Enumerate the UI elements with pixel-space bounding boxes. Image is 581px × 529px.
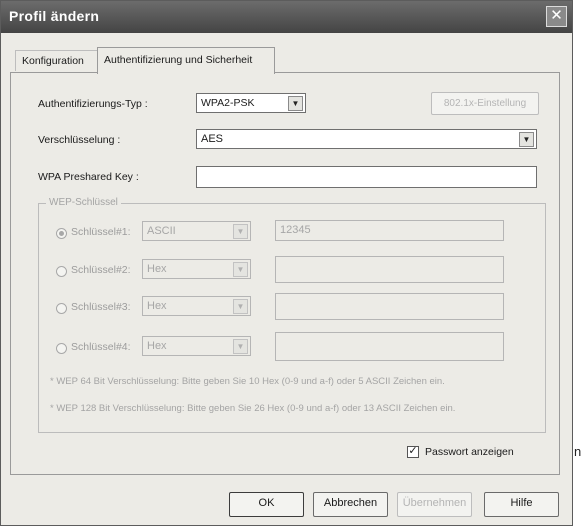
encryption-value: AES [201, 133, 224, 145]
wep-key-4-input[interactable] [275, 332, 504, 361]
auth-type-label: Authentifizierungs-Typ : [38, 98, 148, 110]
wep-key-3-format-select[interactable]: Hex ▼ [142, 296, 251, 316]
wep-key-2-format-select[interactable]: Hex ▼ [142, 259, 251, 279]
wpa-key-input[interactable] [196, 166, 537, 188]
encryption-select[interactable]: AES ▼ [196, 129, 537, 149]
chevron-down-icon: ▼ [288, 96, 303, 111]
wep-key-2-input[interactable] [275, 256, 504, 283]
auth-type-value: WPA2-PSK [201, 97, 255, 109]
encryption-label: Verschlüsselung : [38, 134, 121, 146]
wep-key-3-radio[interactable] [56, 303, 67, 314]
wep-key-1-format-select[interactable]: ASCII ▼ [142, 221, 251, 241]
tab-konfiguration[interactable]: Konfiguration [15, 50, 97, 71]
wep-key-4-format-select[interactable]: Hex ▼ [142, 336, 251, 356]
stray-character: n [574, 444, 581, 459]
wep-64-note: * WEP 64 Bit Verschlüsselung: Bitte gebe… [50, 376, 445, 387]
wep-key-2-format: Hex [147, 263, 167, 275]
chevron-down-icon: ▼ [233, 262, 248, 277]
help-button[interactable]: Hilfe [484, 492, 559, 517]
tab-authentifizierung[interactable]: Authentifizierung und Sicherheit [97, 47, 275, 74]
auth-type-select[interactable]: WPA2-PSK ▼ [196, 93, 306, 113]
wep-key-group-legend: WEP-Schlüssel [46, 197, 121, 208]
wep-key-4-format: Hex [147, 340, 167, 352]
wep-key-2-radio[interactable] [56, 266, 67, 277]
close-icon[interactable]: ✕ [546, 6, 567, 27]
wep-key-1-label: Schlüssel#1: [71, 226, 131, 238]
ok-button[interactable]: OK [229, 492, 304, 517]
chevron-down-icon: ▼ [233, 224, 248, 239]
wep-key-3-label: Schlüssel#3: [71, 301, 131, 313]
wep-key-1-input[interactable]: 12345 [275, 220, 504, 241]
wep-key-1-format: ASCII [147, 225, 176, 237]
wep-key-1-radio[interactable] [56, 228, 67, 239]
apply-button[interactable]: Übernehmen [397, 492, 472, 517]
wep-key-3-input[interactable] [275, 293, 504, 320]
dialog-title: Profil ändern [9, 8, 100, 24]
wep-128-note: * WEP 128 Bit Verschlüsselung: Bitte geb… [50, 403, 456, 414]
wep-key-4-radio[interactable] [56, 343, 67, 354]
dot1x-settings-button[interactable]: 802.1x-Einstellung [431, 92, 539, 115]
title-bar: Profil ändern ✕ [1, 1, 572, 33]
cancel-button[interactable]: Abbrechen [313, 492, 388, 517]
show-password-label: Passwort anzeigen [425, 446, 514, 458]
chevron-down-icon: ▼ [519, 132, 534, 147]
wpa-key-label: WPA Preshared Key : [38, 171, 139, 183]
chevron-down-icon: ▼ [233, 299, 248, 314]
wep-key-4-label: Schlüssel#4: [71, 341, 131, 353]
wep-key-3-format: Hex [147, 300, 167, 312]
chevron-down-icon: ▼ [233, 339, 248, 354]
wep-key-2-label: Schlüssel#2: [71, 264, 131, 276]
show-password-checkbox[interactable]: ✓ [407, 446, 419, 458]
profile-dialog: Profil ändern ✕ Konfiguration Authentifi… [0, 0, 573, 526]
